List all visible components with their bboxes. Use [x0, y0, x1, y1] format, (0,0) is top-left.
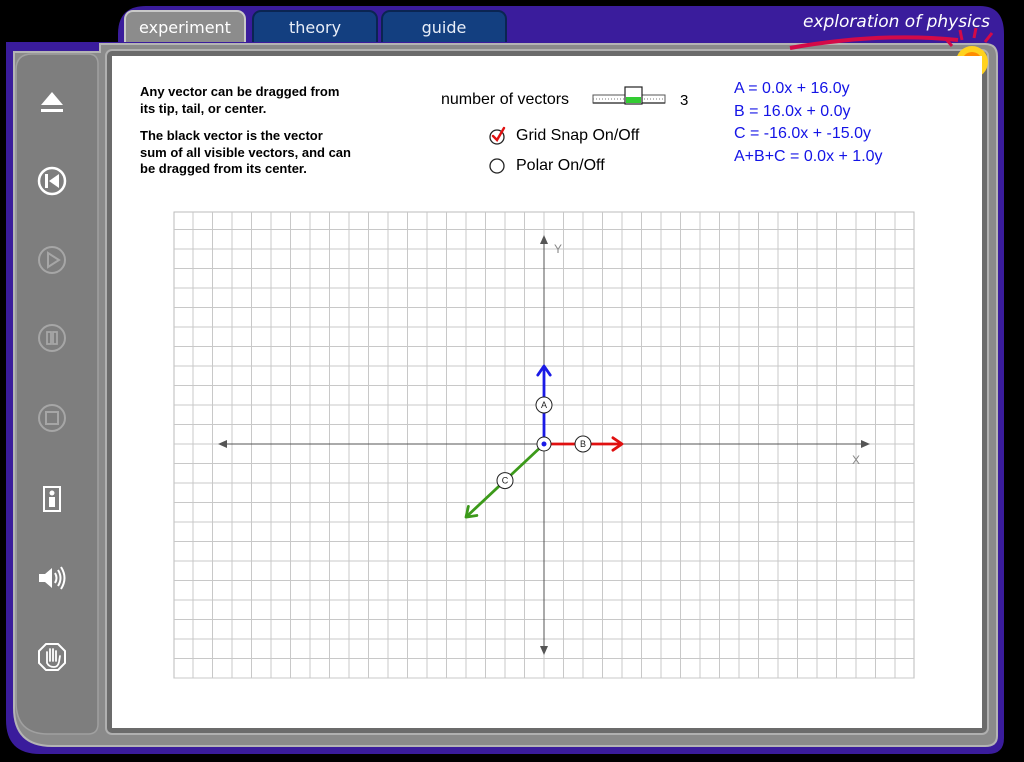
eject-button[interactable]	[36, 86, 68, 118]
pause-icon	[38, 324, 66, 352]
vectors-label: number of vectors	[441, 91, 570, 108]
instruction-line: The black vector is the vector	[140, 128, 323, 143]
pause-button[interactable]	[36, 322, 68, 354]
instructions-drag: Any vector can be dragged from its tip, …	[140, 84, 339, 117]
info-button[interactable]	[36, 482, 68, 514]
grid-snap-label: Grid Snap On/Off	[516, 127, 640, 144]
tab-experiment[interactable]: experiment	[124, 10, 246, 42]
vectors-count: 3	[680, 92, 689, 109]
stop-icon	[38, 404, 66, 432]
slider-handle[interactable]	[624, 86, 643, 105]
equation-a: A = 0.0x + 16.0y	[734, 80, 850, 97]
side-inner	[15, 53, 99, 735]
polar-label: Polar On/Off	[516, 157, 605, 174]
vectors-slider[interactable]	[590, 86, 670, 108]
vector-grid[interactable]: X Y A B C	[172, 210, 916, 680]
instruction-line: sum of all visible vectors, and can	[140, 144, 351, 160]
equation-sum: A+B+C = 0.0x + 1.0y	[734, 148, 883, 165]
instruction-line: be dragged from its center.	[140, 161, 307, 176]
polar-toggle[interactable]: Polar On/Off	[488, 156, 605, 176]
vector-label: A	[541, 400, 547, 410]
rewind-button[interactable]	[36, 165, 68, 197]
play-icon	[38, 246, 66, 274]
equation-b: B = 16.0x + 0.0y	[734, 103, 851, 120]
vector-label: C	[502, 476, 509, 486]
info-icon	[43, 486, 61, 512]
instruction-line: Any vector can be dragged from	[140, 84, 340, 99]
sound-button[interactable]	[36, 562, 68, 594]
grid-snap-checkbox[interactable]	[488, 126, 508, 146]
polar-checkbox[interactable]	[488, 156, 508, 176]
stop-button[interactable]	[36, 402, 68, 434]
tab-guide[interactable]: guide	[381, 10, 507, 42]
eject-icon	[41, 92, 63, 112]
x-axis-label: X	[852, 453, 860, 467]
instruction-line: its tip, tail, or center.	[140, 100, 267, 116]
grid-snap-toggle[interactable]: Grid Snap On/Off	[488, 126, 639, 146]
vector-label: B	[580, 439, 586, 449]
equation-c: C = -16.0x + -15.0y	[734, 125, 871, 142]
brand-title: exploration of physics	[802, 12, 990, 32]
rewind-icon	[37, 166, 67, 196]
hand-button[interactable]	[36, 641, 68, 673]
tab-theory[interactable]: theory	[252, 10, 378, 42]
sound-icon	[39, 566, 66, 590]
instructions-sum: The black vector is the vector sum of al…	[140, 128, 351, 178]
hand-icon	[38, 643, 66, 671]
y-axis-label: Y	[554, 242, 562, 256]
origin-tail-handle[interactable]	[536, 436, 552, 452]
play-button[interactable]	[36, 244, 68, 276]
